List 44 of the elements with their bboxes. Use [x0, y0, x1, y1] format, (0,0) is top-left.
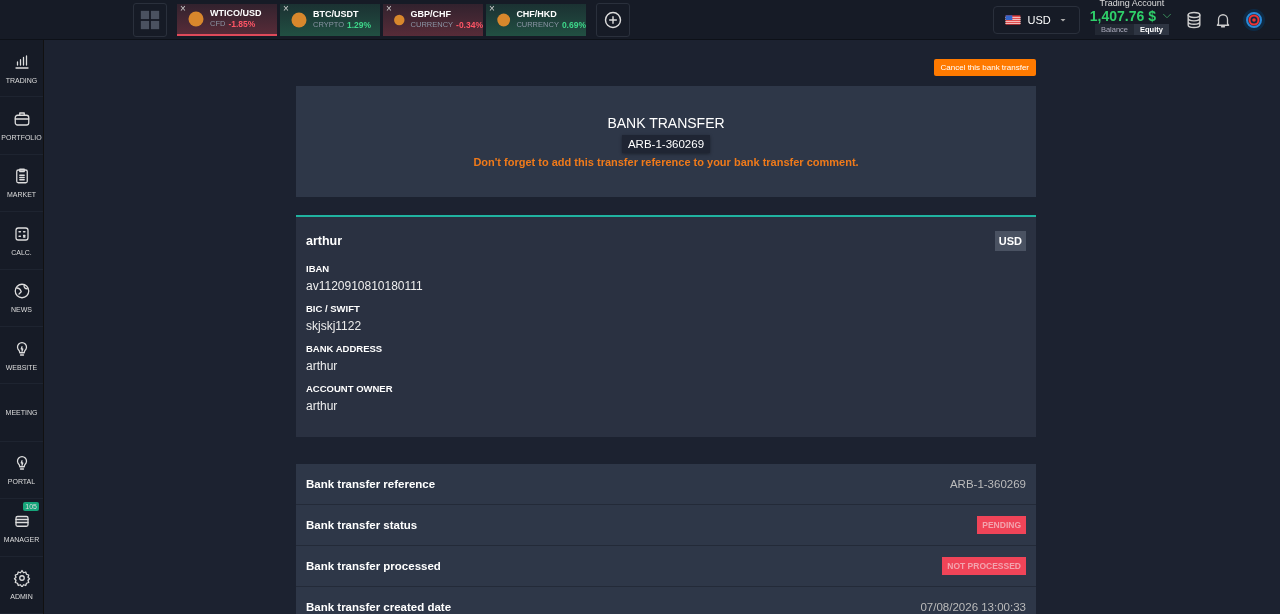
ticker-change: -1.85% [228, 19, 256, 29]
notice-text: Don't forget to add this transfer reference to your bank transfer comment. [473, 156, 859, 168]
coins-icon[interactable] [1184, 9, 1204, 30]
detail-label: Bank transfer reference [306, 478, 436, 490]
ticker-symbol: WTICO/USD [210, 8, 262, 18]
field-value: av1120910810180111 [306, 279, 424, 293]
page-title: BANK TRANSFER [607, 115, 725, 131]
plus-icon [603, 9, 623, 30]
field-value: skjskj1122 [306, 319, 363, 333]
close-button[interactable]: × [282, 3, 290, 14]
close-button[interactable]: × [488, 3, 496, 14]
reference-badge: ARB-1-360269 [621, 135, 711, 153]
ticker-change: 0.69% [561, 20, 586, 30]
add-ticker-button[interactable] [596, 2, 630, 37]
detail-label: Bank transfer processed [306, 560, 441, 572]
field-label: ACCOUNT OWNER [306, 383, 394, 394]
ticker-change: 1.29% [347, 20, 372, 30]
status-tag: PENDING [977, 516, 1026, 534]
grid-icon [139, 8, 161, 31]
detail-value: ARB-1-360269 [949, 478, 1026, 490]
briefcase-icon [12, 110, 31, 129]
currency-badge: USD [994, 231, 1026, 251]
ticker-symbol: GBP/CHF [410, 9, 453, 19]
detail-label: Bank transfer created date [306, 601, 452, 613]
currency-selector[interactable]: USD [992, 5, 1080, 34]
calculator-icon [12, 224, 31, 243]
ticker-symbol: BTC/USDT [313, 9, 360, 19]
detail-label: Bank transfer status [306, 519, 418, 531]
bank-name: arthur [306, 234, 343, 248]
globe-icon [12, 282, 31, 301]
field-label: BANK ADDRESS [306, 343, 384, 354]
account-amount: 1,407.76 $ [1089, 7, 1156, 24]
close-button[interactable]: × [385, 3, 393, 14]
field-label: BIC / SWIFT [306, 303, 361, 314]
ticker-symbol: CHF/HKD [516, 9, 558, 19]
status-tag: NOT PROCESSED [942, 557, 1026, 575]
target-icon[interactable] [1242, 7, 1266, 32]
field-label: IBAN [306, 263, 331, 274]
ticker-change: -0.34% [456, 20, 483, 30]
settings-icon [12, 569, 31, 588]
detail-value: 07/08/2026 13:00:33 [920, 601, 1026, 613]
field-value: arthur [306, 359, 339, 373]
field-value: arthur [306, 399, 339, 413]
close-button[interactable]: × [179, 3, 187, 14]
